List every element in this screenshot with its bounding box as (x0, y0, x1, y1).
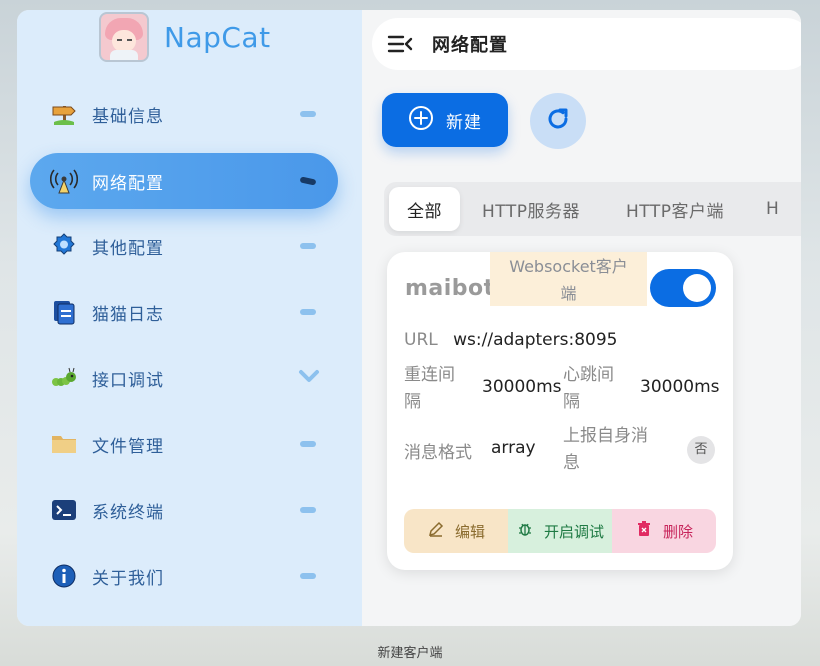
tab-http-server[interactable]: HTTP服务器 (460, 197, 602, 222)
caption: 新建客户端 (377, 646, 443, 661)
debug-label: 开启调试 (543, 522, 604, 541)
dash-icon (300, 111, 316, 117)
sidebar: NapCat 基础信息 网络配置 其他配置 猫猫日志 接口调试 文件管理 系统终… (17, 10, 362, 626)
app-window: NapCat 基础信息 网络配置 其他配置 猫猫日志 接口调试 文件管理 系统终… (17, 10, 801, 626)
edit-button[interactable]: 编辑 (404, 509, 508, 553)
bug-icon (516, 520, 544, 542)
dash-icon (300, 441, 316, 447)
delete-label: 删除 (662, 522, 693, 541)
config-type-badge: Websocket客户 端 (490, 252, 647, 306)
reconnect-label: 重连间 隔 (404, 362, 455, 416)
caterpillar-icon (50, 364, 78, 392)
enable-debug-button[interactable]: 开启调试 (508, 509, 612, 553)
network-config-card: maibot Websocket客户 端 URL ws://adapters:8… (387, 252, 733, 570)
plus-circle-icon (408, 105, 434, 135)
sidebar-item-label: 猫猫日志 (92, 304, 164, 325)
card-actions: 编辑 开启调试 删除 (404, 509, 716, 553)
url-row: URL ws://adapters:8095 (404, 330, 617, 350)
heartbeat-label-line: 心跳间 (563, 365, 614, 385)
filter-tabs: 全部 HTTP服务器 HTTP客户端 H (384, 182, 801, 236)
url-value: ws://adapters:8095 (453, 330, 618, 350)
url-label: URL (404, 330, 438, 350)
sidebar-item-basic-info[interactable]: 基础信息 (30, 86, 338, 142)
menu-collapse-icon[interactable] (386, 32, 414, 56)
enable-toggle[interactable] (650, 269, 716, 307)
report-self-label-line: 息 (563, 453, 580, 473)
report-self-label-line: 上报自身消 (563, 426, 648, 446)
edit-label: 编辑 (454, 522, 485, 541)
dash-icon (300, 507, 316, 513)
format-label: 消息格式 (404, 443, 472, 463)
reconnect-label-line: 隔 (404, 392, 421, 412)
avatar (99, 12, 149, 62)
dash-icon (300, 309, 316, 315)
refresh-icon (544, 105, 572, 137)
report-self-label: 上报自身消 息 (563, 423, 648, 477)
sidebar-item-api-debug[interactable]: 接口调试 (30, 350, 338, 406)
config-type-line: 端 (560, 284, 577, 303)
report-self-badge: 否 (687, 436, 715, 464)
dash-icon (300, 243, 316, 249)
trash-icon (635, 520, 663, 542)
sidebar-item-label: 基础信息 (92, 106, 164, 127)
reconnect-value: 30000ms (482, 377, 562, 397)
config-type-line: Websocket客户 (509, 257, 628, 276)
sidebar-item-label: 网络配置 (92, 173, 164, 194)
brand-name: NapCat (164, 20, 271, 54)
signpost-icon (50, 100, 78, 128)
tab-http-client[interactable]: HTTP客户端 (602, 197, 746, 222)
tab-all[interactable]: 全部 (389, 187, 460, 231)
sidebar-item-terminal[interactable]: 系统终端 (30, 482, 338, 538)
sidebar-item-label: 接口调试 (92, 370, 164, 391)
gear-icon (50, 232, 78, 260)
heartbeat-label: 心跳间 隔 (563, 362, 614, 416)
page-title: 网络配置 (432, 35, 508, 56)
format-value: array (491, 438, 536, 458)
sidebar-item-label: 其他配置 (92, 238, 164, 259)
pencil-icon (427, 520, 455, 542)
refresh-button[interactable] (530, 93, 586, 149)
logo: NapCat (99, 12, 271, 62)
sidebar-item-network[interactable]: 网络配置 (30, 153, 338, 209)
sidebar-item-files[interactable]: 文件管理 (30, 416, 338, 472)
sidebar-item-label: 系统终端 (92, 502, 164, 523)
top-bar: 网络配置 (372, 18, 801, 70)
heartbeat-label-line: 隔 (563, 392, 580, 412)
sidebar-item-about[interactable]: 关于我们 (30, 548, 338, 604)
main-content: 网络配置 新建 全部 HTTP服务器 HTTP客户端 H maibot Webs… (362, 10, 801, 626)
sidebar-item-other-config[interactable]: 其他配置 (30, 218, 338, 274)
antenna-icon (50, 167, 78, 195)
heartbeat-value: 30000ms (640, 377, 720, 397)
folder-icon (50, 430, 78, 458)
new-button-label: 新建 (446, 112, 482, 133)
dash-icon (299, 176, 317, 186)
sidebar-item-label: 文件管理 (92, 436, 164, 457)
dash-icon (300, 573, 316, 579)
sidebar-item-logs[interactable]: 猫猫日志 (30, 284, 338, 340)
chevron-down-icon[interactable] (298, 368, 320, 388)
new-button[interactable]: 新建 (382, 93, 508, 147)
tab-more[interactable]: H (746, 199, 801, 219)
sidebar-item-label: 关于我们 (92, 568, 164, 589)
terminal-icon (50, 496, 78, 524)
reconnect-label-line: 重连间 (404, 365, 455, 385)
delete-button[interactable]: 删除 (612, 509, 716, 553)
document-icon (50, 298, 78, 326)
info-icon (50, 562, 78, 590)
config-name: maibot (405, 276, 495, 301)
